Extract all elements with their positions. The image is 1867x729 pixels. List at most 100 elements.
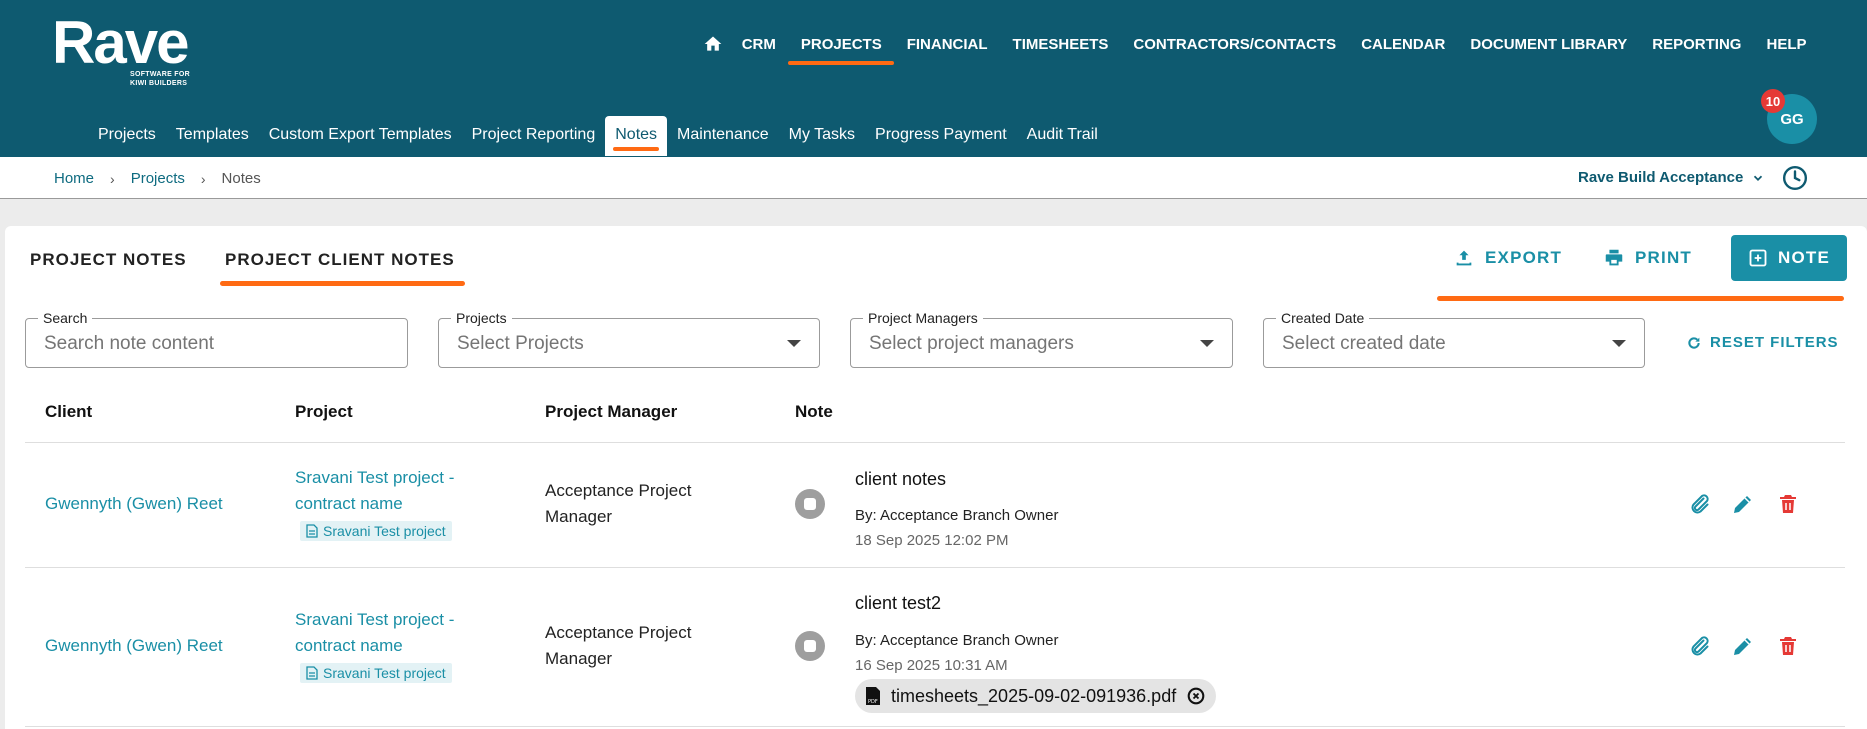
created-date-select[interactable] [1282, 333, 1605, 355]
history-clock-icon[interactable] [1782, 165, 1808, 191]
rave-logo[interactable]: Rave SOFTWARE FOR KIWI BUILDERS [52, 9, 190, 88]
document-icon [306, 666, 318, 680]
row-divider [25, 567, 1845, 568]
svg-text:PDF: PDF [868, 699, 878, 705]
subnav-templates[interactable]: Templates [166, 116, 259, 156]
subnav-notes[interactable]: Notes [605, 116, 668, 156]
note-author: By: Acceptance Branch Owner [855, 632, 1059, 649]
projects-filter[interactable]: Projects [438, 310, 820, 368]
close-circle-icon[interactable] [1186, 686, 1206, 706]
project-chip[interactable]: Sravani Test project [300, 521, 452, 541]
client-link[interactable]: Gwennyth (Gwen) Reet [45, 491, 223, 517]
attachment-name[interactable]: timesheets_2025-09-02-091936.pdf [891, 686, 1176, 707]
row-divider [25, 726, 1845, 727]
export-label: EXPORT [1485, 248, 1563, 267]
project-chip[interactable]: Sravani Test project [300, 663, 452, 683]
note-status-icon[interactable] [795, 631, 825, 661]
breadcrumb-projects[interactable]: Projects [131, 170, 185, 187]
nav-document-library[interactable]: DOCUMENT LIBRARY [1458, 36, 1640, 53]
print-label: PRINT [1635, 248, 1692, 267]
paperclip-icon[interactable] [1687, 634, 1711, 658]
created-date-filter[interactable]: Created Date [1263, 310, 1645, 368]
project-chip-label: Sravani Test project [323, 665, 446, 681]
col-header-project[interactable]: Project [295, 402, 353, 422]
nav-timesheets[interactable]: TIMESHEETS [1000, 36, 1121, 53]
sub-nav: Projects Templates Custom Export Templat… [88, 116, 1108, 156]
caret-down-icon [1612, 340, 1626, 347]
company-selector[interactable]: Rave Build Acceptance [1578, 169, 1765, 186]
managers-filter[interactable]: Project Managers [850, 310, 1233, 368]
breadcrumb-current: Notes [221, 170, 261, 187]
caret-down-icon [787, 340, 801, 347]
tab-project-client-notes[interactable]: PROJECT CLIENT NOTES [220, 250, 465, 286]
print-button[interactable]: PRINT [1603, 235, 1692, 281]
created-date-label: Created Date [1276, 310, 1370, 326]
breadcrumb: Home › Projects › Notes [54, 170, 261, 187]
nav-calendar[interactable]: CALENDAR [1349, 36, 1458, 53]
note-title: client test2 [855, 593, 942, 613]
client-link[interactable]: Gwennyth (Gwen) Reet [45, 633, 223, 659]
tab-project-notes[interactable]: PROJECT NOTES [30, 250, 187, 270]
pencil-icon[interactable] [1731, 634, 1755, 658]
pdf-file-icon: PDF [866, 687, 880, 705]
project-chip-label: Sravani Test project [323, 523, 446, 539]
nav-financial[interactable]: FINANCIAL [894, 36, 1000, 53]
note-date: 18 Sep 2025 12:02 PM [855, 532, 1009, 549]
home-icon[interactable] [703, 34, 723, 54]
subnav-my-tasks[interactable]: My Tasks [779, 116, 865, 156]
pencil-icon[interactable] [1731, 492, 1755, 516]
projects-select[interactable] [457, 333, 780, 355]
chevron-down-icon [1754, 175, 1763, 181]
subnav-project-reporting[interactable]: Project Reporting [462, 116, 606, 156]
breadcrumb-home[interactable]: Home [54, 170, 94, 187]
company-name: Rave Build Acceptance [1578, 169, 1744, 186]
subnav-progress-payment[interactable]: Progress Payment [865, 116, 1017, 156]
add-note-button[interactable]: NOTE [1731, 235, 1847, 281]
nav-help[interactable]: HELP [1754, 36, 1819, 53]
subnav-custom-export-templates[interactable]: Custom Export Templates [259, 116, 462, 156]
col-header-manager[interactable]: Project Manager [545, 402, 677, 422]
notification-badge[interactable]: 10 [1761, 89, 1785, 113]
note-date: 16 Sep 2025 10:31 AM [855, 657, 1008, 674]
subnav-maintenance[interactable]: Maintenance [667, 116, 779, 156]
reset-filters-button[interactable]: RESET FILTERS [1686, 334, 1839, 351]
search-label: Search [38, 310, 93, 326]
logo-wordmark: Rave [52, 9, 189, 76]
projects-label: Projects [451, 310, 512, 326]
paperclip-icon[interactable] [1687, 492, 1711, 516]
manager-cell: Acceptance Project Manager [545, 623, 692, 668]
managers-label: Project Managers [863, 310, 983, 326]
nav-crm[interactable]: CRM [729, 36, 788, 53]
nav-reporting[interactable]: REPORTING [1640, 36, 1754, 53]
document-icon [306, 524, 318, 538]
col-header-note[interactable]: Note [795, 402, 833, 422]
project-link[interactable]: Sravani Test project - contract name [295, 607, 454, 659]
note-status-icon[interactable] [795, 489, 825, 519]
subnav-notes-label: Notes [615, 126, 658, 143]
note-label: NOTE [1777, 248, 1831, 267]
upload-icon [1456, 250, 1472, 266]
note-author: By: Acceptance Branch Owner [855, 507, 1059, 524]
export-button[interactable]: EXPORT [1453, 235, 1562, 281]
subnav-projects[interactable]: Projects [88, 116, 166, 156]
printer-icon [1605, 249, 1623, 266]
manager-cell: Acceptance Project Manager [545, 481, 692, 526]
refresh-icon [1688, 336, 1700, 349]
search-filter[interactable]: Search [25, 310, 408, 368]
trash-icon[interactable] [1776, 492, 1800, 516]
note-title: client notes [855, 469, 947, 489]
nav-projects[interactable]: PROJECTS [788, 36, 895, 65]
col-header-client[interactable]: Client [45, 402, 92, 422]
header-divider [25, 442, 1845, 443]
subnav-audit-trail[interactable]: Audit Trail [1017, 116, 1108, 156]
nav-contractors[interactable]: CONTRACTORS/CONTACTS [1121, 36, 1349, 53]
chevron-right-icon: › [110, 170, 115, 187]
breadcrumb-bar: Home › Projects › Notes Rave Build Accep… [0, 157, 1867, 199]
chevron-right-icon: › [200, 170, 206, 187]
project-link[interactable]: Sravani Test project - contract name [295, 465, 454, 517]
search-input[interactable] [44, 333, 368, 355]
trash-icon[interactable] [1776, 634, 1800, 658]
caret-down-icon [1200, 340, 1214, 347]
managers-select[interactable] [869, 333, 1193, 355]
attachment-chip[interactable]: PDF timesheets_2025-09-02-091936.pdf [855, 679, 1217, 713]
